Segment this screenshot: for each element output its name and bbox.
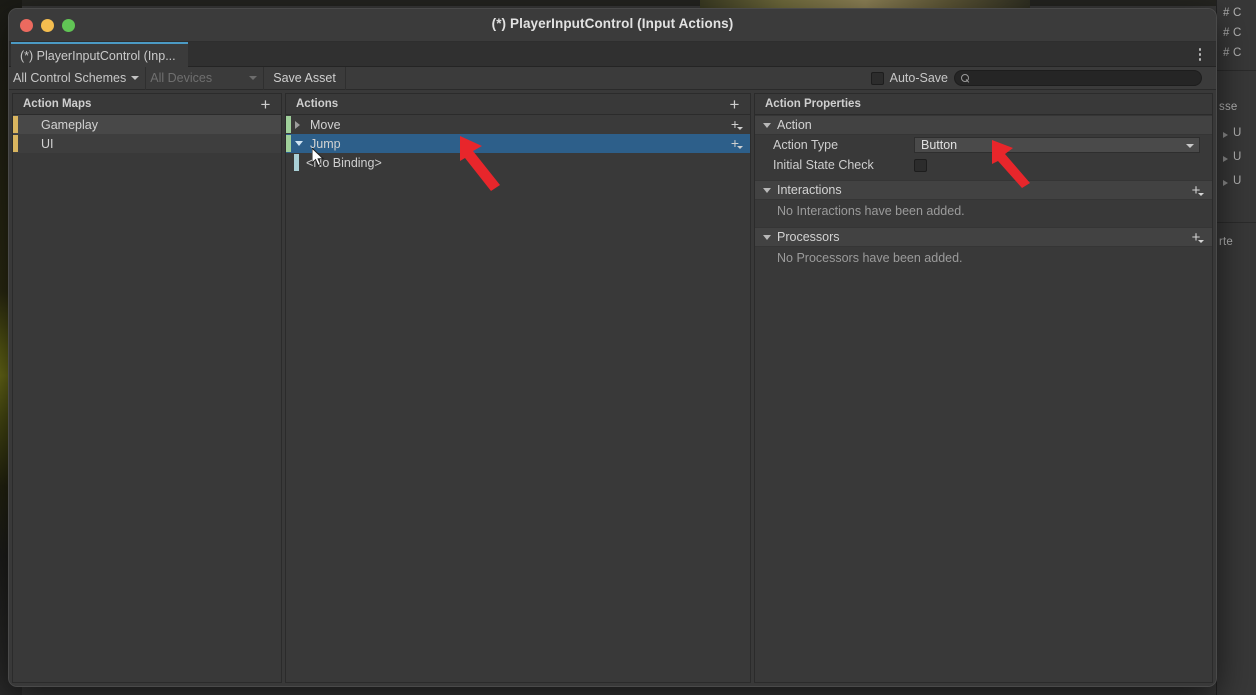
section-title: Action	[777, 118, 812, 132]
tab-label: (*) PlayerInputControl (Inp...	[20, 48, 176, 63]
save-asset-label: Save Asset	[273, 71, 336, 85]
background-item-row: U	[1233, 127, 1242, 139]
background-expand-icon	[1223, 156, 1228, 162]
initial-state-check-row: Initial State Check	[755, 155, 1212, 175]
action-type-dropdown[interactable]: Button	[914, 137, 1200, 153]
actions-title: Actions	[296, 98, 339, 110]
editor-toolbar: All Control Schemes All Devices Save Ass…	[9, 66, 1216, 90]
action-row-jump[interactable]: Jump +	[286, 134, 750, 153]
add-interaction-icon[interactable]: +	[1187, 182, 1205, 199]
add-processor-icon[interactable]: +	[1187, 229, 1205, 246]
action-map-row-ui[interactable]: UI	[13, 134, 281, 153]
add-binding-icon[interactable]: +	[726, 117, 744, 132]
devices-dropdown[interactable]: All Devices	[146, 66, 265, 90]
action-maps-title: Action Maps	[23, 98, 92, 110]
tab-player-input-control[interactable]: (*) PlayerInputControl (Inp...	[11, 42, 188, 67]
control-schemes-dropdown[interactable]: All Control Schemes	[9, 66, 147, 90]
devices-label: All Devices	[150, 71, 213, 85]
background-item-row: U	[1233, 175, 1242, 187]
initial-state-check-label: Initial State Check	[773, 158, 874, 172]
action-maps-list: Gameplay UI	[13, 115, 281, 682]
chevron-down-icon	[249, 76, 258, 80]
action-maps-panel: Action Maps + Gameplay UI	[12, 93, 282, 683]
section-interactions[interactable]: Interactions +	[755, 180, 1212, 200]
binding-label: <No Binding>	[306, 155, 382, 170]
action-map-color-bar	[13, 135, 18, 152]
add-binding-icon[interactable]: +	[726, 136, 744, 151]
processors-empty-note: No Processors have been added.	[777, 251, 963, 265]
action-row-move[interactable]: Move +	[286, 115, 750, 134]
window-titlebar: (*) PlayerInputControl (Input Actions)	[9, 9, 1216, 42]
action-properties-title: Action Properties	[765, 98, 861, 110]
input-actions-window: (*) PlayerInputControl (Input Actions) (…	[8, 8, 1217, 687]
kebab-menu-icon[interactable]	[1193, 45, 1207, 64]
action-type-label: Action Type	[773, 138, 839, 152]
editor-panes: Action Maps + Gameplay UI Actions + Move…	[9, 90, 1216, 686]
search-icon	[961, 73, 970, 83]
section-action[interactable]: Action	[755, 115, 1212, 135]
background-top-strip	[0, 0, 1256, 6]
action-properties-header: Action Properties	[755, 94, 1212, 115]
background-script-row: # C	[1223, 47, 1242, 59]
chevron-down-icon[interactable]	[295, 141, 303, 146]
background-assets-row: sse	[1219, 101, 1238, 113]
foldout-icon[interactable]	[763, 234, 771, 240]
auto-save-control[interactable]: Auto-Save	[870, 71, 954, 85]
action-color-bar	[286, 135, 291, 152]
chevron-down-icon	[131, 76, 140, 80]
action-map-label: UI	[41, 136, 54, 151]
control-schemes-label: All Control Schemes	[13, 71, 127, 85]
action-type-value: Button	[921, 138, 958, 152]
action-color-bar	[286, 116, 291, 133]
background-script-row: # C	[1223, 7, 1242, 19]
tab-strip: (*) PlayerInputControl (Inp...	[9, 42, 1216, 67]
binding-color-bar	[294, 154, 299, 171]
section-title: Processors	[777, 230, 840, 244]
action-properties-body: Action Action Type Button Initial State …	[755, 115, 1212, 682]
action-map-row-gameplay[interactable]: Gameplay	[13, 115, 281, 134]
add-action-map-icon[interactable]: +	[257, 96, 274, 113]
background-expand-icon	[1223, 132, 1228, 138]
auto-save-label: Auto-Save	[889, 71, 948, 85]
background-expand-icon	[1223, 180, 1228, 186]
background-item-row: rte	[1219, 236, 1234, 248]
background-divider	[1217, 70, 1256, 71]
action-type-row: Action Type Button	[755, 135, 1212, 155]
add-action-icon[interactable]: +	[726, 96, 743, 113]
window-title: (*) PlayerInputControl (Input Actions)	[491, 16, 734, 31]
action-maps-header: Action Maps +	[13, 94, 281, 115]
section-title: Interactions	[777, 183, 842, 197]
section-processors[interactable]: Processors +	[755, 227, 1212, 247]
initial-state-check-checkbox[interactable]	[914, 158, 927, 172]
search-input[interactable]	[970, 71, 1195, 85]
auto-save-checkbox[interactable]	[870, 71, 884, 85]
background-divider	[1217, 222, 1256, 223]
foldout-icon[interactable]	[763, 122, 771, 128]
actions-panel: Actions + Move + Jump + <No Binding>	[285, 93, 751, 683]
foldout-icon[interactable]	[763, 187, 771, 193]
background-project-panel: # C # C # C sse U U U rte	[1216, 0, 1256, 695]
interactions-empty-note: No Interactions have been added.	[777, 204, 965, 218]
chevron-down-icon	[1186, 144, 1194, 148]
binding-row-no-binding[interactable]: <No Binding>	[286, 153, 750, 172]
action-properties-panel: Action Properties Action Action Type But…	[754, 93, 1213, 683]
actions-list: Move + Jump + <No Binding>	[286, 115, 750, 682]
save-asset-button[interactable]: Save Asset	[264, 66, 346, 90]
background-script-row: # C	[1223, 27, 1242, 39]
action-map-color-bar	[13, 116, 18, 133]
chevron-right-icon[interactable]	[295, 120, 300, 129]
search-field[interactable]	[954, 70, 1202, 86]
background-item-row: U	[1233, 151, 1242, 163]
action-map-label: Gameplay	[41, 117, 98, 132]
actions-header: Actions +	[286, 94, 750, 115]
